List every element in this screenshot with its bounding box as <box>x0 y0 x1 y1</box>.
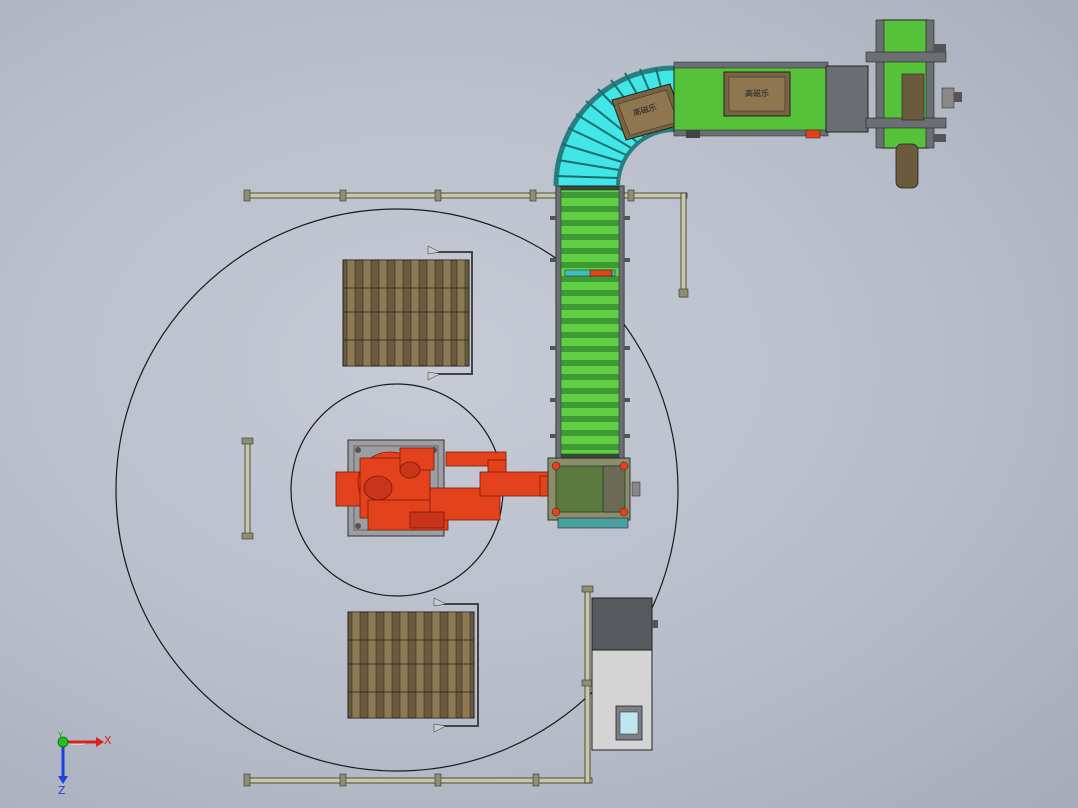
belt-conveyor-horizontal: 高磁乐 <box>673 61 869 139</box>
axis-z-label: Z <box>58 784 66 797</box>
control-cabinet <box>591 597 658 751</box>
pallet-top <box>342 245 473 381</box>
palletizing-cell-drawing: 高磁乐 高磁乐 X Y Z <box>57 19 962 797</box>
axis-x-label: X <box>104 734 112 747</box>
roller-conveyor-straight <box>550 185 630 459</box>
axis-y-label: Y <box>57 731 63 740</box>
safety-fence-left <box>241 437 254 540</box>
box-label-2: 高磁乐 <box>745 88 769 98</box>
pallet-bottom <box>347 597 479 733</box>
cad-viewport[interactable]: 高磁乐 高磁乐 X Y Z <box>0 0 1078 808</box>
coordinate-triad-icon: X Y Z <box>57 731 112 797</box>
robot-gripper <box>547 457 641 529</box>
infeed-unit <box>865 19 962 189</box>
